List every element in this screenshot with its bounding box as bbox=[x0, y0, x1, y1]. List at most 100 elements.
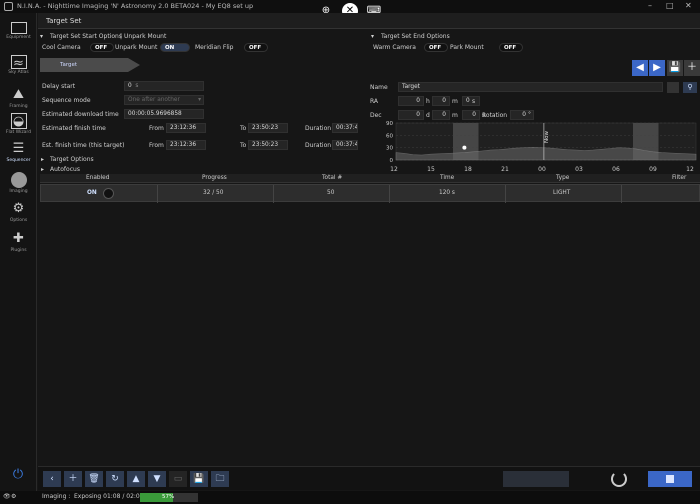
park-mount-toggle[interactable]: OFF bbox=[499, 43, 523, 52]
expand-chevron-icon[interactable]: ▸ bbox=[41, 156, 44, 163]
minimize-icon[interactable]: – bbox=[648, 1, 652, 10]
puzzle-icon: ✚ bbox=[13, 231, 24, 246]
save-as-button[interactable]: 🗀 bbox=[211, 471, 229, 487]
add-button[interactable]: ＋ bbox=[64, 471, 82, 487]
target-name-input[interactable]: Target bbox=[398, 82, 663, 92]
chart-x-tick-label: 03 bbox=[575, 166, 583, 173]
column-header-type: Type bbox=[556, 175, 570, 181]
eye-icon[interactable]: 👁 bbox=[3, 493, 11, 500]
target-location-icon[interactable]: ⚲ bbox=[683, 82, 697, 93]
dec-seconds-input[interactable]: 0 bbox=[462, 110, 480, 120]
ra-hours-unit: h bbox=[426, 98, 430, 105]
sidebar-item-options[interactable]: ⚙ Options bbox=[0, 199, 37, 231]
rotation-unit: ° bbox=[528, 111, 531, 118]
ra-seconds-input[interactable]: 0 bbox=[462, 96, 480, 106]
imaging-icon bbox=[10, 172, 27, 188]
park-mount-label: Park Mount bbox=[450, 44, 484, 51]
enabled-toggle-knob[interactable] bbox=[103, 188, 114, 199]
main-panel: Target Set ▾ Target Set Start Options | … bbox=[38, 13, 700, 475]
column-header-filter: Filter bbox=[672, 175, 687, 181]
table-row[interactable]: ON 32 / 50 50 120 s LIGHT bbox=[40, 184, 700, 203]
save-target-button[interactable]: 💾 bbox=[667, 60, 683, 76]
save-button[interactable]: 💾 bbox=[190, 471, 208, 487]
delete-button[interactable]: 🗑 bbox=[85, 471, 103, 487]
page-title: Target Set bbox=[46, 17, 82, 25]
chart-x-tick-label: 21 bbox=[501, 166, 509, 173]
cool-camera-toggle[interactable]: OFF bbox=[90, 43, 114, 52]
ra-hours-input[interactable]: 0 bbox=[398, 96, 424, 106]
add-target-button[interactable]: ＋ bbox=[684, 60, 700, 76]
autofocus-expander[interactable]: Autofocus bbox=[50, 166, 80, 173]
delay-start-input[interactable]: 0 s bbox=[124, 81, 204, 91]
next-target-button[interactable]: ▶ bbox=[649, 60, 665, 76]
camera-icon bbox=[10, 22, 27, 34]
row-type: LIGHT bbox=[553, 190, 571, 196]
meridian-flip-toggle[interactable]: OFF bbox=[244, 43, 268, 52]
busy-spinner-icon bbox=[611, 471, 627, 487]
sidebar-item-plugins[interactable]: ✚ Plugins bbox=[0, 229, 37, 261]
column-header-progress: Progress bbox=[202, 175, 227, 181]
finish-duration-value: 00:37:47 bbox=[332, 123, 358, 133]
load-button[interactable]: ▭ bbox=[169, 471, 187, 487]
exposure-progress-label: 57% bbox=[162, 494, 175, 500]
bottom-toolbar: ‹ ＋ 🗑 ↻ ▲ ▼ ▭ 💾 🗀 bbox=[38, 466, 700, 490]
warm-camera-toggle[interactable]: OFF bbox=[424, 43, 448, 52]
finish-to-value: 23:50:23 bbox=[248, 123, 288, 133]
dec-degrees-input[interactable]: 0 bbox=[398, 110, 424, 120]
finish-time-target-label: Est. finish time (this target) bbox=[42, 142, 125, 149]
start-sequence-button[interactable] bbox=[503, 471, 569, 487]
unpark-mount-toggle[interactable]: ON bbox=[160, 43, 190, 52]
table-header: Enabled Progress Total # Time Type Filte… bbox=[40, 174, 700, 183]
dec-minutes-input[interactable]: 0 bbox=[432, 110, 450, 120]
flat-wizard-icon: ◒ bbox=[10, 113, 27, 129]
chart-now-label: Now bbox=[544, 131, 550, 143]
move-down-button[interactable]: ▼ bbox=[148, 471, 166, 487]
page-header: Target Set bbox=[38, 13, 700, 29]
ra-label: RA bbox=[370, 98, 379, 105]
finish-from-value: 23:12:36 bbox=[166, 123, 206, 133]
unpark-mount-title: Unpark Mount bbox=[124, 33, 167, 40]
target-search-button[interactable] bbox=[667, 82, 679, 93]
previous-target-button[interactable]: ◀ bbox=[632, 60, 648, 76]
chart-y-tick-label: 0 bbox=[390, 158, 394, 164]
reset-button[interactable]: ↻ bbox=[106, 471, 124, 487]
power-icon[interactable]: ⏻ bbox=[10, 467, 26, 483]
collapse-chevron-icon[interactable]: ▾ bbox=[40, 33, 43, 40]
chart-x-tick-label: 00 bbox=[538, 166, 546, 173]
status-text: Exposing 01:08 / 02:00 bbox=[74, 493, 144, 500]
sidebar: Equipment ≈ Sky Atlas ⛰ Framing ◒ Flat W… bbox=[0, 13, 37, 504]
collapse-chevron-icon[interactable]: ▾ bbox=[371, 33, 374, 40]
back-button[interactable]: ‹ bbox=[43, 471, 61, 487]
settings-icon[interactable]: ⚙ bbox=[11, 493, 16, 500]
exposure-progress-bar: 57% bbox=[140, 493, 198, 502]
stop-sequence-button[interactable] bbox=[648, 471, 692, 487]
chart-x-tick-label: 06 bbox=[612, 166, 620, 173]
start-options-title: Target Set Start Options bbox=[50, 33, 122, 40]
finish-duration-label: Duration bbox=[305, 125, 332, 132]
stop-icon bbox=[666, 475, 674, 483]
target-tab[interactable]: Target bbox=[40, 58, 140, 72]
row-time: 120 s bbox=[439, 190, 455, 196]
close-icon[interactable]: ✕ bbox=[685, 1, 692, 10]
finish-from-label: From bbox=[149, 125, 164, 132]
sidebar-item-sky-atlas[interactable]: ≈ Sky Atlas bbox=[0, 53, 37, 85]
ra-minutes-unit: m bbox=[452, 98, 458, 105]
finish-to-label: To bbox=[240, 125, 247, 132]
download-time-label: Estimated download time bbox=[42, 111, 119, 118]
target-options-expander[interactable]: Target Options bbox=[50, 156, 94, 163]
target-duration-label: Duration bbox=[305, 142, 332, 149]
maximize-icon[interactable]: □ bbox=[666, 1, 674, 10]
sidebar-item-equipment[interactable]: Equipment bbox=[0, 20, 37, 52]
sidebar-item-sequencer[interactable]: ☰ Sequencer bbox=[0, 139, 37, 171]
options-separator: | bbox=[120, 33, 123, 40]
chart-y-tick-label: 60 bbox=[386, 133, 393, 139]
ra-minutes-input[interactable]: 0 bbox=[432, 96, 450, 106]
sidebar-item-imaging[interactable]: Imaging bbox=[0, 170, 37, 202]
chevron-down-icon: ▾ bbox=[198, 97, 201, 103]
warm-camera-label: Warm Camera bbox=[373, 44, 416, 51]
move-up-button[interactable]: ▲ bbox=[127, 471, 145, 487]
expand-chevron-icon[interactable]: ▸ bbox=[41, 166, 44, 173]
meridian-flip-label: Meridian Flip bbox=[195, 44, 234, 51]
row-enabled-label: ON bbox=[87, 190, 97, 196]
sequence-mode-select[interactable]: One after another ▾ bbox=[124, 95, 204, 105]
